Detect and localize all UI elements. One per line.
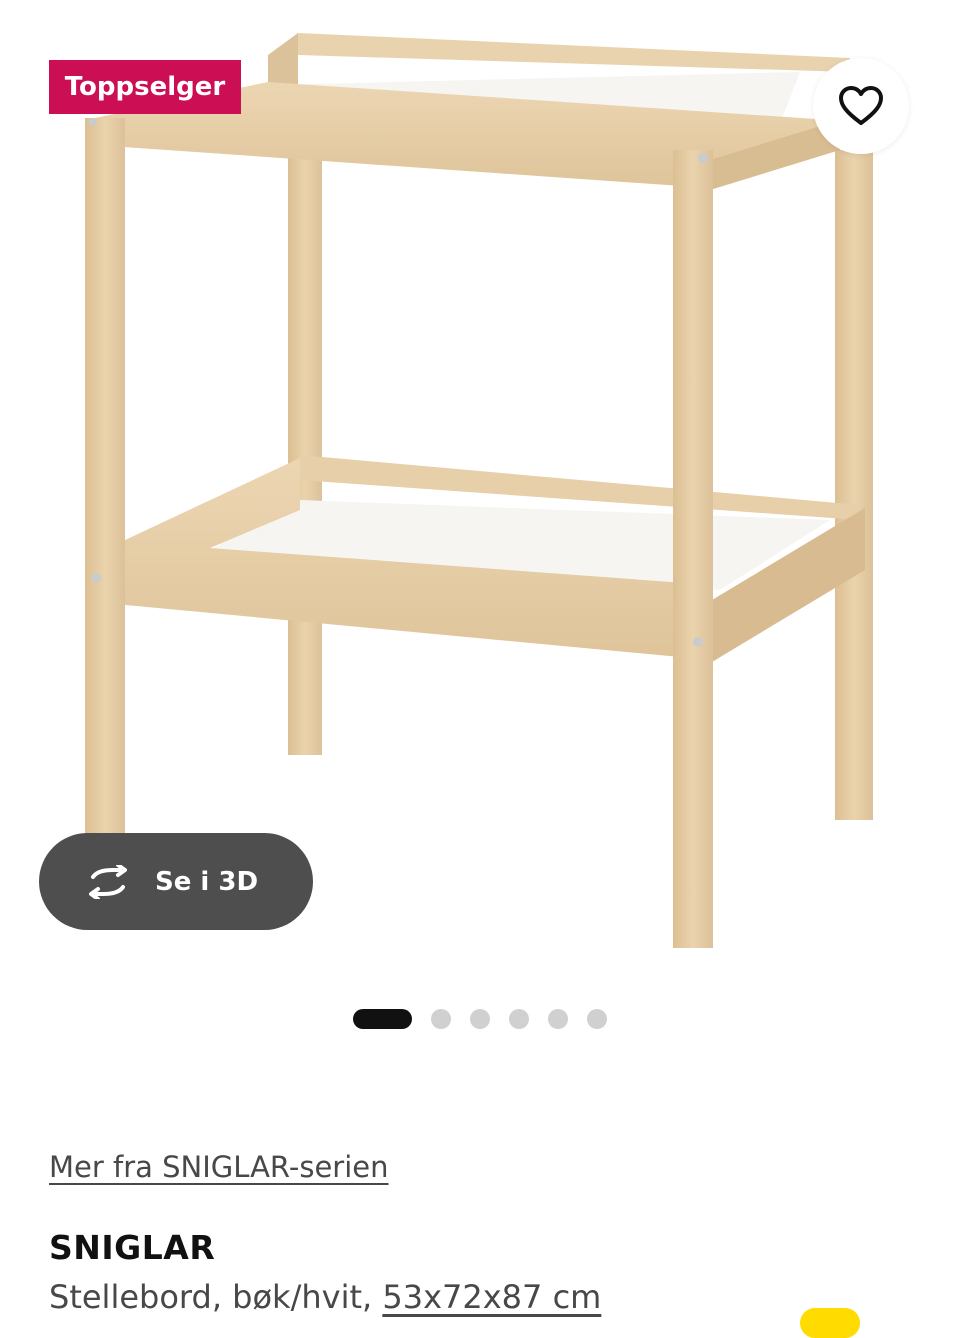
view-in-3d-button[interactable]: Se i 3D	[39, 833, 313, 930]
rotate-3d-icon	[89, 864, 127, 899]
product-description: Stellebord, bøk/hvit, 53x72x87 cm	[49, 1278, 601, 1316]
carousel-dot-active[interactable]	[353, 1009, 412, 1029]
heart-icon	[839, 86, 883, 125]
carousel-dot[interactable]	[548, 1009, 568, 1029]
carousel-dot[interactable]	[587, 1009, 607, 1029]
carousel-dot[interactable]	[509, 1009, 529, 1029]
series-link[interactable]: Mer fra SNIGLAR-serien	[49, 1150, 389, 1184]
carousel-dot[interactable]	[431, 1009, 451, 1029]
product-name: SNIGLAR	[49, 1228, 216, 1267]
carousel-indicator[interactable]	[353, 1009, 626, 1029]
product-gallery[interactable]: Toppselger Se i 3D	[0, 0, 960, 1060]
favorite-button[interactable]	[813, 58, 909, 154]
view-in-3d-label: Se i 3D	[155, 866, 259, 897]
carousel-dot[interactable]	[470, 1009, 490, 1029]
product-type: Stellebord, bøk/hvit,	[49, 1278, 373, 1316]
product-dimensions-link[interactable]: 53x72x87 cm	[382, 1278, 601, 1316]
price-highlight	[800, 1308, 860, 1338]
top-seller-badge: Toppselger	[49, 60, 241, 114]
